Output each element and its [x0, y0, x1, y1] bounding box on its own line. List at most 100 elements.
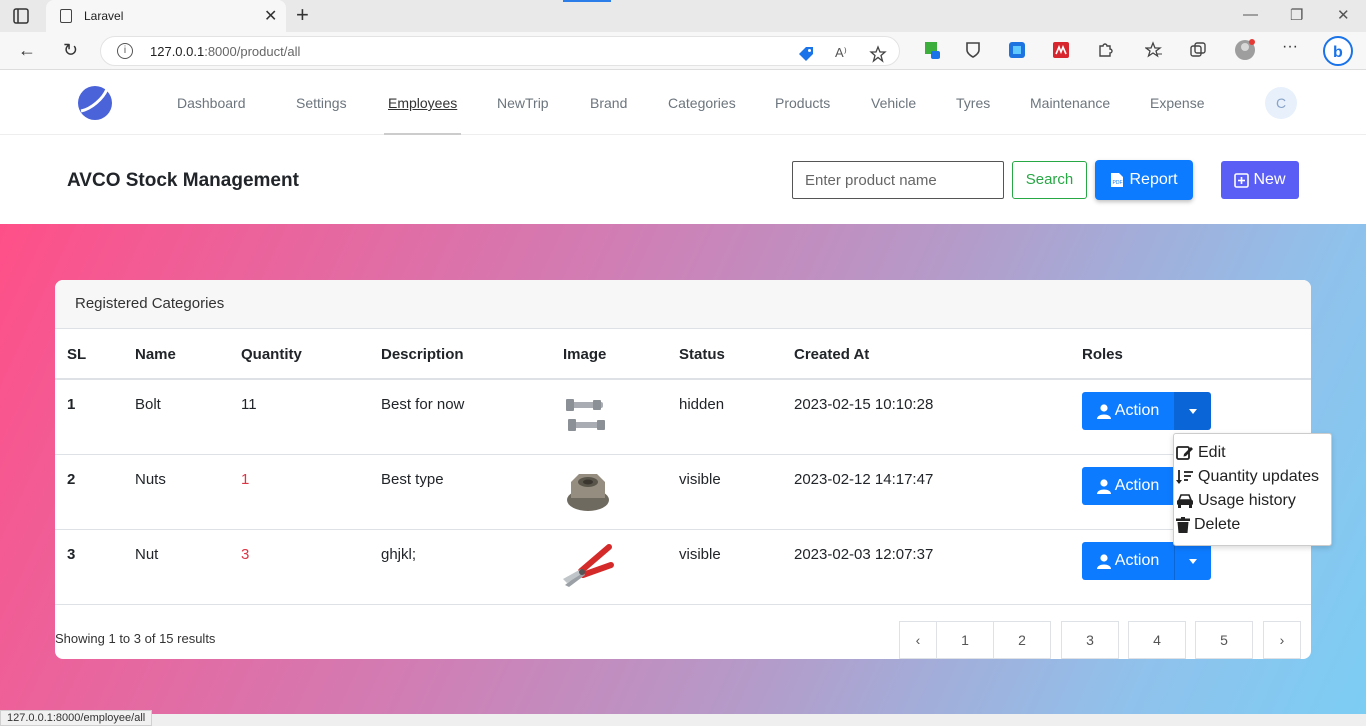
price-tag-icon[interactable] [797, 45, 815, 63]
column-header-quantity: Quantity [241, 346, 302, 363]
row-name: Bolt [135, 396, 161, 413]
column-header-description: Description [381, 346, 464, 363]
new-product-button[interactable]: New [1221, 161, 1299, 199]
nav-brand[interactable]: Brand [590, 95, 627, 111]
car-icon [1177, 494, 1193, 508]
red-extension-icon[interactable] [1052, 41, 1070, 59]
user-icon [1096, 403, 1111, 419]
nav-settings[interactable]: Settings [296, 95, 347, 111]
nut-image [567, 474, 609, 511]
puzzle-extension-icon[interactable] [1096, 41, 1114, 59]
bitwarden-icon[interactable] [964, 41, 982, 59]
page-button[interactable]: 5 [1195, 621, 1253, 659]
caret-down-icon [1189, 559, 1197, 564]
row-sl: 2 [67, 471, 76, 488]
nav-tyres[interactable]: Tyres [956, 95, 990, 111]
bing-icon[interactable]: b [1322, 35, 1354, 67]
browser-bottom-strip [0, 714, 1366, 726]
favorites-icon[interactable] [1145, 41, 1163, 59]
row-description: ghjkl; [381, 546, 417, 563]
nav-employees[interactable]: Employees [388, 95, 457, 111]
office-extension-icon[interactable] [1008, 41, 1026, 59]
row-divider [55, 454, 1311, 455]
close-tab-icon[interactable]: ✕ [264, 6, 277, 26]
row-created-at: 2023-02-15 10:10:28 [794, 396, 934, 413]
page-button[interactable]: 1 [936, 621, 994, 659]
column-header-created-at: Created At [794, 346, 870, 363]
menu-item-usage-history[interactable]: Usage history [1176, 492, 1296, 510]
favorite-add-icon[interactable] [869, 45, 887, 63]
url-field[interactable]: i 127.0.0.1:8000/product/all A⁾ [100, 36, 900, 66]
app-navbar: Dashboard Settings Employees NewTrip Bra… [0, 71, 1366, 135]
profile-icon[interactable] [1234, 39, 1256, 61]
window-close-icon[interactable]: ✕ [1337, 6, 1350, 24]
row-name: Nut [135, 546, 159, 563]
pdf-file-icon: PDF [1111, 173, 1124, 187]
tab-accent [563, 0, 611, 2]
refresh-icon[interactable]: ↻ [63, 40, 78, 60]
user-avatar[interactable]: C [1265, 87, 1297, 119]
new-button-label: New [1253, 171, 1286, 188]
page-button[interactable]: 2 [993, 621, 1051, 659]
row-divider [55, 604, 1311, 605]
column-header-name: Name [135, 346, 176, 363]
row-created-at: 2023-02-03 12:07:37 [794, 546, 934, 563]
nav-expense[interactable]: Expense [1150, 95, 1204, 111]
sidebar-toggle-icon[interactable] [12, 7, 30, 25]
row-quantity: 11 [241, 396, 257, 413]
action-button[interactable]: Action [1082, 392, 1174, 430]
svg-text:b: b [1333, 44, 1343, 61]
chevron-left-icon: ‹ [915, 632, 921, 648]
action-button[interactable]: Action [1082, 542, 1174, 580]
nav-vehicle[interactable]: Vehicle [871, 95, 916, 111]
minimize-icon[interactable]: — [1243, 6, 1258, 23]
more-menu-icon[interactable]: ··· [1282, 38, 1300, 56]
menu-item-delete[interactable]: Delete [1176, 516, 1240, 534]
restore-icon[interactable]: ❐ [1290, 6, 1303, 24]
collections-icon[interactable] [1189, 41, 1207, 59]
menu-item-label: Quantity updates [1198, 468, 1319, 485]
action-button[interactable]: Action [1082, 467, 1174, 505]
svg-text:PDF: PDF [1113, 180, 1123, 186]
app-logo[interactable] [77, 85, 113, 121]
nav-categories[interactable]: Categories [668, 95, 736, 111]
pliers-image [563, 544, 614, 587]
menu-item-edit[interactable]: Edit [1176, 444, 1226, 462]
page-icon [60, 9, 72, 23]
browser-tab[interactable]: Laravel ✕ [46, 0, 286, 32]
action-dropdown-toggle[interactable] [1174, 542, 1211, 580]
user-icon [1096, 478, 1111, 494]
active-nav-underline [384, 133, 461, 135]
action-label: Action [1114, 477, 1160, 494]
site-info-icon[interactable]: i [117, 43, 133, 59]
nav-products[interactable]: Products [775, 95, 830, 111]
download-extension-icon[interactable] [923, 41, 941, 59]
page-button[interactable]: 4 [1128, 621, 1186, 659]
prev-page-button[interactable]: ‹ [899, 621, 937, 659]
row-quantity: 1 [241, 471, 250, 488]
back-icon[interactable]: ← [18, 40, 36, 60]
nav-newtrip[interactable]: NewTrip [497, 95, 549, 111]
action-dropdown-toggle[interactable] [1174, 392, 1211, 430]
url-text: 127.0.0.1:8000/product/all [150, 44, 301, 59]
menu-item-quantity-updates[interactable]: Quantity updates [1176, 468, 1319, 486]
column-header-roles: Roles [1082, 346, 1123, 363]
action-dropdown-menu: Edit Quantity updates Usage history Dele… [1173, 433, 1332, 546]
menu-item-label: Edit [1198, 444, 1226, 461]
product-search-input[interactable] [792, 161, 1004, 199]
search-button[interactable]: Search [1012, 161, 1087, 199]
next-page-button[interactable]: › [1263, 621, 1301, 659]
chevron-right-icon: › [1279, 632, 1285, 648]
page-button[interactable]: 3 [1061, 621, 1119, 659]
row-quantity: 3 [241, 546, 250, 563]
read-aloud-icon[interactable]: A⁾ [835, 45, 853, 63]
page-header: AVCO Stock Management Search PDF Report … [0, 136, 1366, 224]
page-title: AVCO Stock Management [67, 170, 299, 191]
new-tab-icon[interactable]: + [296, 4, 309, 26]
bolts-image [566, 399, 605, 431]
report-button[interactable]: PDF Report [1095, 160, 1193, 200]
nav-dashboard[interactable]: Dashboard [177, 95, 246, 111]
nav-maintenance[interactable]: Maintenance [1030, 95, 1110, 111]
action-label: Action [1114, 552, 1160, 569]
report-button-label: Report [1129, 171, 1178, 188]
